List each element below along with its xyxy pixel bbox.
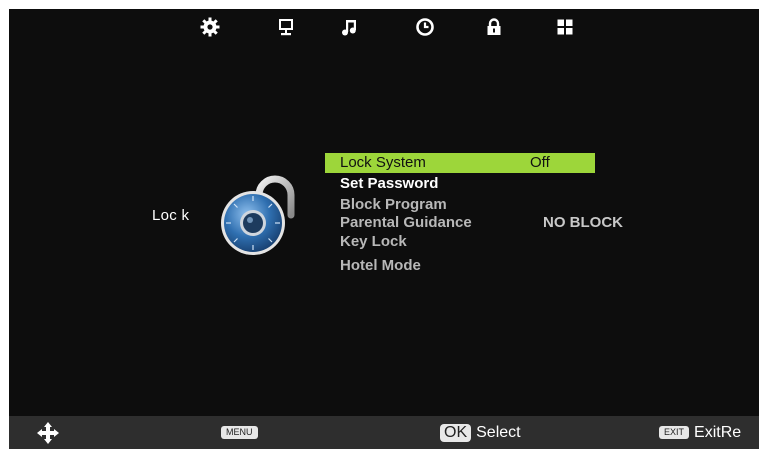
ok-key: OK: [440, 423, 472, 442]
section-title: Loc k: [152, 207, 190, 224]
monitor-icon: [279, 19, 293, 36]
menu-item-label: Lock System: [340, 154, 426, 171]
menu-item-lock-system[interactable]: Lock System Off: [325, 153, 595, 173]
grid-icon: [557, 19, 573, 35]
menu-hint[interactable]: MENU: [221, 416, 263, 449]
tab-time[interactable]: [414, 16, 436, 38]
tab-settings[interactable]: [199, 16, 221, 38]
exit-label: ExitRe: [694, 423, 742, 441]
menu-item-label: Key Lock: [340, 233, 407, 250]
navigate-hint: [36, 416, 60, 449]
combination-lock-icon: [221, 175, 295, 255]
menu-item-label: Set Password: [340, 175, 439, 192]
select-label: Select: [476, 423, 521, 441]
clock-icon: [416, 18, 434, 36]
tab-setup[interactable]: [554, 16, 576, 38]
menu-item-label: Parental Guidance: [340, 214, 472, 231]
padlock-icon: [487, 18, 501, 35]
music-note-icon: [342, 20, 356, 36]
tab-picture[interactable]: [275, 16, 297, 38]
menu-item-value: NO BLOCK: [543, 214, 623, 231]
tab-lock[interactable]: [483, 16, 505, 38]
category-tab-bar: [9, 9, 759, 45]
exit-key: EXIT: [659, 426, 690, 439]
menu-key: MENU: [221, 426, 258, 439]
hint-bar: MENU OK Select EXIT ExitRe: [9, 416, 759, 449]
menu-item-label: Block Program: [340, 196, 447, 213]
tv-screen: Loc k Lock System Off Set Password Block…: [9, 9, 759, 449]
exit-hint[interactable]: EXIT ExitRe: [659, 416, 741, 449]
menu-item-label: Hotel Mode: [340, 257, 421, 274]
select-hint[interactable]: OK Select: [440, 416, 521, 449]
tab-sound[interactable]: [338, 16, 360, 38]
four-way-arrows-icon: [37, 421, 59, 444]
menu-item-value: Off: [530, 154, 550, 171]
gear-icon: [200, 17, 220, 37]
